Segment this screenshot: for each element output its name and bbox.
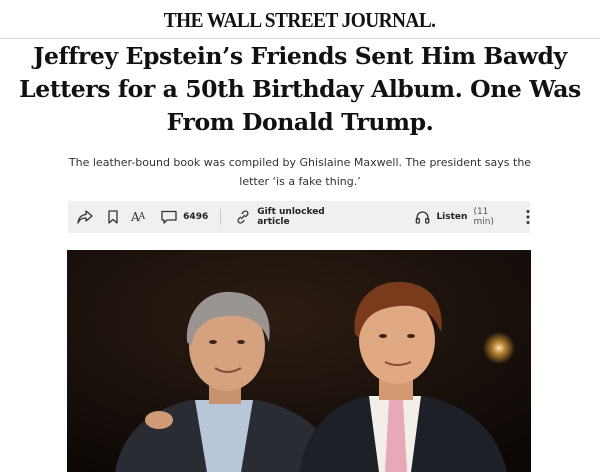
listen-button[interactable]: Listen (11 min)	[415, 207, 508, 227]
text-size-icon: AA	[131, 210, 145, 224]
wsj-logo[interactable]: THE WALL STREET JOURNAL.	[164, 8, 436, 33]
gift-article-button[interactable]: Gift unlocked article	[235, 207, 355, 227]
bookmark-button[interactable]	[108, 210, 118, 224]
bookmark-icon	[108, 210, 118, 224]
listen-duration: (11 min)	[473, 207, 494, 227]
article-headline: Jeffrey Epstein’s Friends Sent Him Bawdy…	[19, 42, 581, 136]
toolbar-divider	[220, 209, 222, 225]
share-icon	[77, 210, 93, 224]
comment-count: 6496	[183, 212, 209, 222]
gift-link-icon	[235, 209, 251, 225]
headphones-icon	[415, 210, 430, 224]
more-options-button[interactable]	[526, 209, 530, 225]
comment-icon	[161, 210, 177, 224]
gift-article-label: Gift unlocked article	[257, 207, 325, 227]
article-photo	[67, 250, 531, 472]
text-size-button[interactable]: AA	[131, 210, 145, 224]
photo-illustration	[67, 250, 531, 472]
share-button[interactable]	[77, 210, 93, 224]
listen-label: Listen	[436, 212, 468, 222]
article-dek: The leather-bound book was compiled by G…	[68, 156, 532, 188]
comments-button[interactable]: 6496	[161, 210, 208, 224]
masthead: THE WALL STREET JOURNAL.	[0, 0, 600, 39]
article-toolbar: AA 6496 Gift unlocked article Listen (11…	[68, 201, 530, 233]
more-icon	[526, 209, 530, 225]
